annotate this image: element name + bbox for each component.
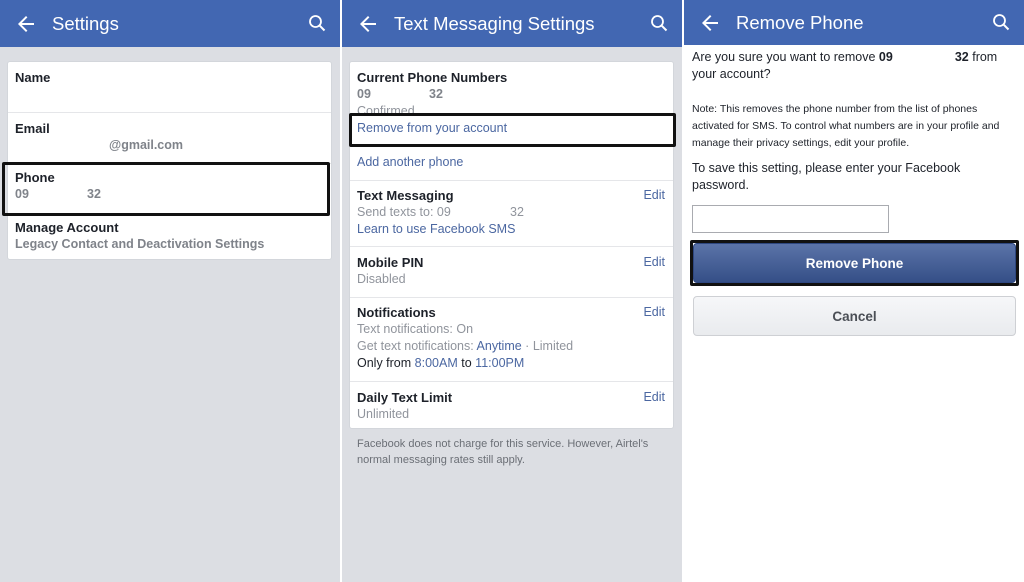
phone-number-end: 32: [954, 50, 969, 64]
settings-item-email[interactable]: Email @gmail.com: [8, 113, 331, 163]
page-title: Text Messaging Settings: [394, 13, 595, 34]
settings-screen: Settings Name Email @gmail.com Phone 09 …: [0, 0, 340, 582]
text-messaging-header: Text Messaging Settings: [342, 0, 682, 47]
phone-highlight-box: [2, 162, 330, 216]
page-title: Settings: [52, 13, 119, 34]
add-another-phone-link[interactable]: Add another phone: [357, 155, 463, 169]
item-value: @gmail.com: [109, 138, 184, 152]
back-arrow-icon[interactable]: [356, 12, 380, 36]
mobile-pin-value: Disabled: [357, 272, 406, 286]
settings-item-name[interactable]: Name: [8, 62, 331, 112]
password-input[interactable]: [692, 205, 889, 233]
sms-charges-note: Facebook does not charge for this servic…: [357, 438, 649, 466]
settings-item-manage-account[interactable]: Manage Account Legacy Contact and Deacti…: [8, 214, 331, 260]
edit-notifications-link[interactable]: Edit: [643, 305, 665, 319]
notifications-section: Notifications Edit Text notifications: O…: [350, 298, 673, 381]
section-label: Text Messaging: [357, 188, 454, 203]
search-icon[interactable]: [650, 14, 668, 32]
remove-phone-screen: Remove Phone Are you sure you want to re…: [684, 0, 1024, 582]
remove-phone-header: Remove Phone: [684, 0, 1024, 45]
back-arrow-icon[interactable]: [698, 11, 722, 35]
section-label: Mobile PIN: [357, 255, 424, 270]
edit-text-messaging-link[interactable]: Edit: [643, 188, 665, 202]
page-title: Remove Phone: [736, 12, 864, 33]
text-messaging-section: Text Messaging Edit Send texts to: 09 32…: [350, 181, 673, 246]
remove-button-highlight-box: [690, 240, 1019, 286]
removal-note: Note: This removes the phone number from…: [692, 103, 1000, 149]
send-texts-to: Send texts to: 09: [357, 205, 451, 219]
section-label: Notifications: [357, 305, 436, 320]
learn-facebook-sms-link[interactable]: Learn to use Facebook SMS: [357, 222, 515, 236]
edit-daily-limit-link[interactable]: Edit: [643, 390, 665, 404]
search-icon[interactable]: [308, 14, 326, 32]
save-setting-prompt: To save this setting, please enter your …: [692, 161, 961, 192]
notifications-timing: Get text notifications: Anytime · Limite…: [357, 339, 574, 353]
edit-mobile-pin-link[interactable]: Edit: [643, 255, 665, 269]
item-label: Name: [15, 70, 51, 85]
item-value: Legacy Contact and Deactivation Settings: [15, 237, 265, 251]
daily-text-limit-section: Daily Text Limit Edit Unlimited: [350, 382, 673, 430]
settings-header: Settings: [0, 0, 340, 47]
item-label: Manage Account: [15, 220, 119, 235]
phone-number-start: 09: [357, 87, 371, 101]
send-texts-to-end: 32: [510, 205, 524, 219]
from-time-link[interactable]: 8:00AM: [415, 356, 458, 370]
cancel-button[interactable]: Cancel: [693, 296, 1016, 336]
mobile-pin-section: Mobile PIN Edit Disabled: [350, 247, 673, 297]
section-label: Current Phone Numbers: [357, 70, 508, 85]
phone-number-end: 32: [429, 87, 443, 101]
settings-card: Name Email @gmail.com Phone 09 32 Manage…: [7, 61, 332, 260]
notifications-hours: Only from 8:00AM to 11:00PM: [357, 356, 525, 370]
section-label: Daily Text Limit: [357, 390, 453, 405]
notifications-status: Text notifications: On: [357, 322, 474, 336]
phone-number-start: 09: [878, 50, 893, 64]
anytime-link[interactable]: Anytime: [477, 339, 522, 353]
to-time-link[interactable]: 11:00PM: [475, 356, 524, 370]
back-arrow-icon[interactable]: [14, 12, 38, 36]
daily-limit-value: Unlimited: [357, 407, 410, 421]
search-icon[interactable]: [992, 13, 1010, 31]
text-messaging-screen: Text Messaging Settings Current Phone Nu…: [342, 0, 682, 582]
remove-confirmation-question: Are you sure you want to remove 09 32 fro…: [692, 50, 998, 81]
remove-link-highlight-box: [349, 113, 676, 147]
item-label: Email: [15, 121, 50, 136]
